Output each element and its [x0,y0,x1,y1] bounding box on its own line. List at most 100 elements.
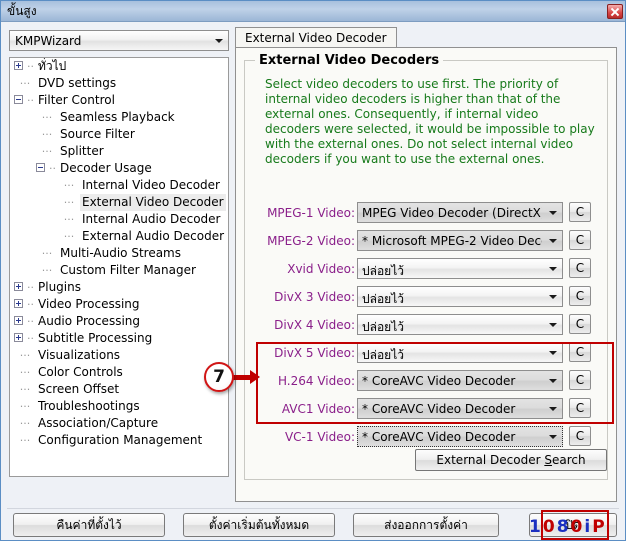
decoder-select[interactable]: ปล่อยไว้ [357,342,563,363]
tree-item[interactable]: ··· Splitter [10,143,228,160]
decoder-select[interactable]: * CoreAVC Video Decoder [357,398,563,419]
external-video-decoders-group: External Video Decoders Select video dec… [244,53,609,480]
decoder-row-label: DivX 5 Video: [274,346,355,360]
tree-item[interactable]: ·· Filter Control [10,92,228,109]
tree-item[interactable]: ··· Troubleshootings [10,398,228,415]
decoder-select[interactable]: MPEG Video Decoder (DirectX) [357,202,563,223]
tree-item[interactable]: ··· Multi-Audio Streams [10,245,228,262]
tree-connector: ·· [27,332,34,345]
collapse-icon[interactable] [14,95,23,104]
settings-tree[interactable]: ·· ทั่วไป ··· DVD settings ·· Filter Control ·… [9,57,229,477]
decoder-select[interactable]: * CoreAVC Video Decoder [357,370,563,391]
tree-item-label: Troubleshootings [38,399,140,413]
expand-icon[interactable] [14,333,23,342]
decoder-select-value: * CoreAVC Video Decoder [362,402,516,416]
decoder-row: DivX 4 Video: ปล่อยไว้ C [245,313,609,341]
decoder-select[interactable]: * CoreAVC Video Decoder [357,426,563,447]
profile-select[interactable]: KMPWizard [9,30,229,51]
decoder-config-button[interactable]: C [569,342,591,362]
tree-item-label: Visualizations [38,348,121,362]
tree-item[interactable]: ··· Screen Offset [10,381,228,398]
decoder-config-button[interactable]: C [569,258,591,278]
tree-item-label: Audio Processing [38,314,140,328]
tree-item[interactable]: ··· Association/Capture [10,415,228,432]
decoder-config-button[interactable]: C [569,426,591,446]
tree-connector: ··· [63,230,75,243]
tree-connector: ·· [27,60,34,73]
tree-item[interactable]: ··· External Video Decoder [10,194,228,211]
decoder-config-button[interactable]: C [569,202,591,222]
decoder-row: MPEG-2 Video: * Microsoft MPEG-2 Video De… [245,229,609,257]
tree-item[interactable]: ·· Subtitle Processing [10,330,228,347]
tree-connector: ··· [19,434,31,447]
tree-item[interactable]: ··· Visualizations [10,347,228,364]
tree-connector: ··· [41,111,53,124]
tree-item-label: Video Processing [38,297,140,311]
chevron-down-icon [549,322,557,327]
decoder-row-label: DivX 3 Video: [274,290,355,304]
tree-connector: ·· [27,298,34,311]
decoder-config-button[interactable]: C [569,230,591,250]
expand-icon[interactable] [14,282,23,291]
tree-connector: ·· [27,94,34,107]
decoder-row-label: DivX 4 Video: [274,318,355,332]
decoder-row: DivX 3 Video: ปล่อยไว้ C [245,285,609,313]
tree-item-label: ทั่วไป [38,59,67,73]
tree-item[interactable]: ·· Plugins [10,279,228,296]
decoder-config-button[interactable]: C [569,398,591,418]
expand-icon[interactable] [14,316,23,325]
tabstrip: External Video Decoder [235,27,617,48]
tree-item[interactable]: ··· DVD settings [10,75,228,92]
expand-icon[interactable] [14,61,23,70]
decoder-select-value: * CoreAVC Video Decoder [362,374,516,388]
reset-defaults-button[interactable]: ตั้งค่าเริ่มต้นทั้งหมด [183,513,335,537]
decoder-row: Xvid Video: ปล่อยไว้ C [245,257,609,285]
expand-icon[interactable] [14,299,23,308]
chevron-down-icon [549,406,557,411]
tree-item-label: Association/Capture [38,416,159,430]
tree-item[interactable]: ··· Configuration Management [10,432,228,449]
decoder-config-button[interactable]: C [569,314,591,334]
tree-item-label: DVD settings [38,76,117,90]
tab-external-video-decoder[interactable]: External Video Decoder [235,27,397,48]
chevron-down-icon [549,434,557,439]
chevron-down-icon [549,266,557,271]
tree-connector: ··· [63,179,75,192]
watermark-part-2: 0 [542,517,557,537]
external-decoder-search-button[interactable]: External Decoder Search [415,449,607,471]
tree-item[interactable]: ·· Decoder Usage [10,160,228,177]
tree-item-label: Plugins [38,280,81,294]
tree-item[interactable]: ·· ทั่วไป [10,58,228,75]
decoder-config-button[interactable]: C [569,370,591,390]
tree-connector: ··· [19,400,31,413]
decoder-select[interactable]: * Microsoft MPEG-2 Video Decoder [357,230,563,251]
tree-item[interactable]: ··· Internal Audio Decoder [10,211,228,228]
tree-item[interactable]: ··· Color Controls [10,364,228,381]
decoder-config-button[interactable]: C [569,286,591,306]
tree-connector: ··· [19,417,31,430]
tree-item[interactable]: ·· Audio Processing [10,313,228,330]
chevron-down-icon [549,350,557,355]
decoder-select[interactable]: ปล่อยไว้ [357,258,563,279]
decoder-select-value: MPEG Video Decoder (DirectX) [362,206,542,220]
tree-item[interactable]: ··· Seamless Playback [10,109,228,126]
decoder-select[interactable]: ปล่อยไว้ [357,314,563,335]
tree-item[interactable]: ·· Video Processing [10,296,228,313]
decoder-row-label: Xvid Video: [287,262,355,276]
group-description: Select video decoders to use first. The … [265,77,595,166]
tree-item-label: Internal Video Decoder [82,178,220,192]
tree-item[interactable]: ··· External Audio Decoder [10,228,228,245]
tree-item[interactable]: ··· Source Filter [10,126,228,143]
restore-settings-button[interactable]: คืนค่าที่ตั้งไว้ [13,513,165,537]
decoder-select[interactable]: ปล่อยไว้ [357,286,563,307]
tree-item[interactable]: ··· Internal Video Decoder [10,177,228,194]
decoder-select-value: * CoreAVC Video Decoder [362,430,516,444]
tree-item-label: Color Controls [38,365,123,379]
close-icon[interactable] [607,4,623,19]
tree-connector: ·· [27,315,34,328]
tree-connector: ··· [19,366,31,379]
collapse-icon[interactable] [36,163,45,172]
export-settings-button[interactable]: ส่งออกการตั้งค่า [353,513,499,537]
callout-arrow-head-icon [250,370,260,384]
tree-item[interactable]: ··· Custom Filter Manager [10,262,228,279]
